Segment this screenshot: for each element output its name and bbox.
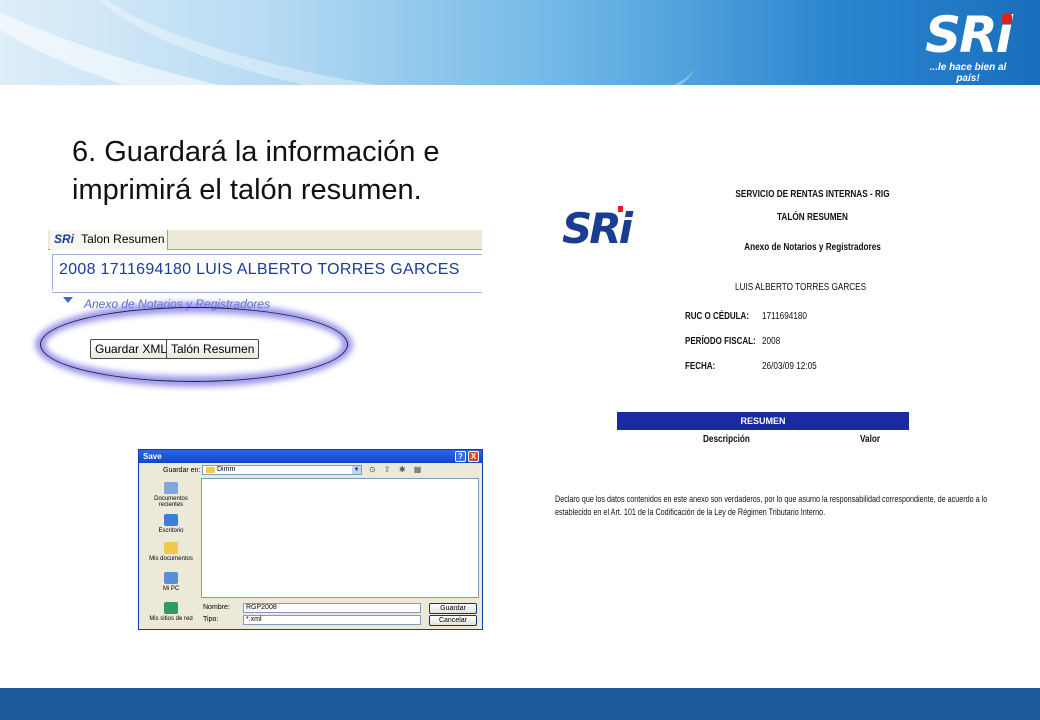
declaration-text: Declaro que los datos contenidos en este… (555, 494, 988, 517)
header-band: SRi ...le hace bien al país! (0, 0, 1040, 85)
slide-heading-line1: 6. Guardará la información e (72, 136, 440, 168)
date-value: 26/03/09 12:05 (762, 361, 817, 372)
dialog-titlebar: Save (139, 450, 482, 463)
period-label: PERÍODO FISCAL: (685, 336, 756, 347)
help-icon[interactable]: ? (455, 451, 466, 462)
ruc-value: 1711694180 (762, 311, 807, 322)
place-label: Mis sitios de red (149, 616, 193, 622)
period-value: 2008 (762, 336, 781, 347)
dialog-title: Save (143, 452, 162, 461)
file-name-label: Nombre: (203, 604, 230, 611)
cancel-button[interactable]: Cancelar (429, 615, 477, 626)
save-in-label: Guardar en: (163, 467, 201, 474)
place-label: Documentos recientes (154, 496, 188, 508)
date-label: FECHA: (685, 361, 716, 372)
save-in-select[interactable]: Dimm ▼ (202, 465, 362, 475)
sri-mini-logo-icon: SRi (54, 232, 75, 246)
place-desktop[interactable]: Escritorio (142, 514, 200, 534)
report-taxpayer: LUIS ALBERTO TORRES GARCES (735, 282, 867, 293)
summary-bar: RESUMEN (617, 412, 909, 430)
place-label: Mi PC (162, 586, 180, 592)
report-subtitle: Anexo de Notarios y Registradores (744, 242, 881, 253)
footer-band (0, 688, 1040, 720)
file-type-label: Tipo: (203, 616, 219, 623)
description-column-header: Descripción (703, 434, 750, 445)
chevron-down-icon[interactable]: ▼ (352, 466, 361, 474)
save-button[interactable]: Guardar (429, 603, 477, 614)
report-sri-logo: SRi (562, 200, 633, 260)
slide-heading-line2: imprimirá el talón resumen. (72, 174, 422, 206)
my-documents-icon (164, 542, 178, 554)
highlight-ellipse (40, 307, 348, 382)
close-icon[interactable]: X (468, 451, 479, 462)
record-title: 2008 1711694180 LUIS ALBERTO TORRES GARC… (59, 261, 460, 278)
places-bar: Documentos recientes Escritorio Mis docu… (142, 478, 200, 628)
expand-arrow-icon[interactable] (63, 297, 73, 303)
report-logo-text: SRi (562, 204, 633, 253)
tab-label: Talon Resumen (81, 232, 165, 246)
my-computer-icon (164, 572, 178, 584)
tab-strip: SRi Talon Resumen (48, 230, 482, 250)
sri-logo-dot (1002, 14, 1012, 24)
report-logo-dot (618, 206, 623, 212)
place-label: Mis documentos (149, 556, 193, 562)
file-type-select[interactable]: *.xml (243, 615, 421, 625)
talon-resumen-report: SRi SERVICIO DE RENTAS INTERNAS - RIG TA… (550, 180, 1005, 540)
tab-talon-resumen[interactable]: SRi Talon Resumen (50, 230, 168, 250)
sri-logo: SRi ...le hace bien al país! (918, 8, 1018, 84)
place-my-documents[interactable]: Mis documentos (142, 542, 200, 562)
folder-icon (206, 467, 215, 473)
divider (52, 292, 482, 293)
report-org: SERVICIO DE RENTAS INTERNAS - RIG (735, 189, 890, 200)
save-dialog: Save ? X Guardar en: Dimm ▼ ⊙ ⇧ ✱ ▦ Docu… (138, 449, 483, 630)
dialog-toolbar-icons[interactable]: ⊙ ⇧ ✱ ▦ (369, 465, 424, 474)
place-recent-documents[interactable]: Documentos recientes (142, 482, 200, 508)
place-my-computer[interactable]: Mi PC (142, 572, 200, 592)
sri-tagline: ...le hace bien al país! (929, 62, 1007, 84)
record-title-box: 2008 1711694180 LUIS ALBERTO TORRES GARC… (52, 254, 482, 290)
file-name-input[interactable]: RGP2008 (243, 603, 421, 613)
place-label: Escritorio (158, 528, 184, 534)
slide-heading: 6. Guardará la información e imprimirá e… (72, 133, 512, 209)
value-column-header: Valor (860, 434, 881, 445)
file-list[interactable] (201, 478, 479, 598)
desktop-icon (164, 514, 178, 526)
ruc-label: RUC O CÉDULA: (685, 311, 749, 322)
recent-documents-icon (164, 482, 178, 494)
place-network[interactable]: Mis sitios de red (142, 602, 200, 622)
save-in-value: Dimm (217, 466, 236, 473)
network-places-icon (164, 602, 178, 614)
report-title: TALÓN RESUMEN (777, 212, 848, 223)
